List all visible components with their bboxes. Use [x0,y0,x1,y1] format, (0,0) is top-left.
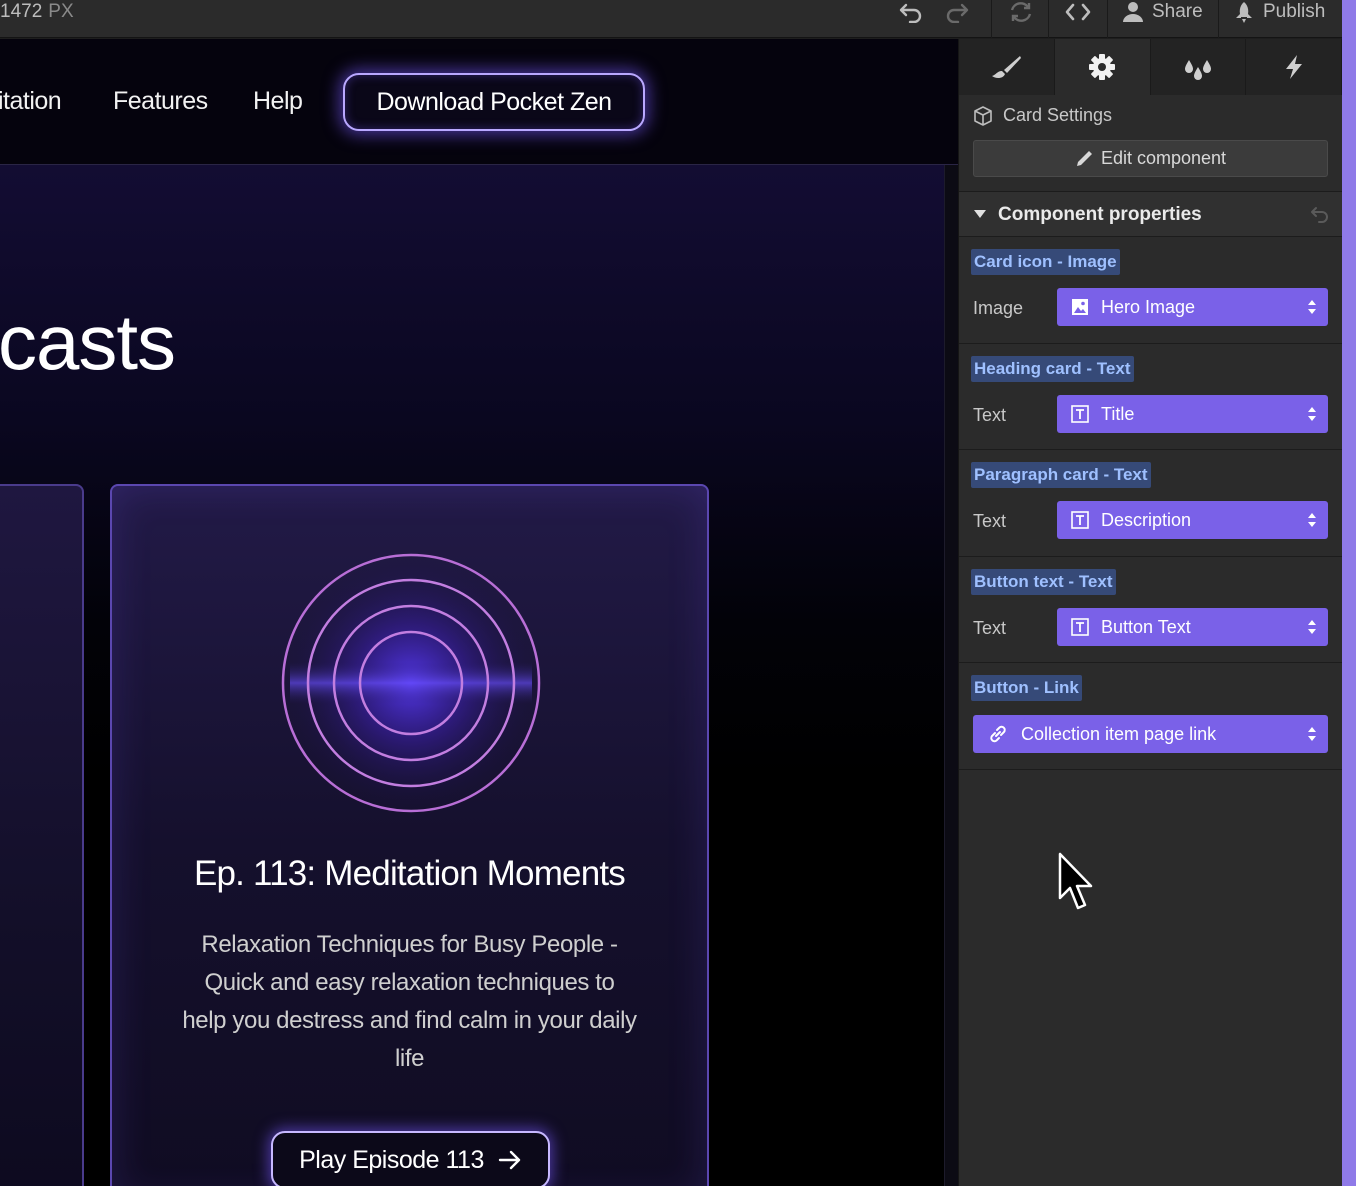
episode-card[interactable]: Ep. 113: Meditation Moments Relaxation T… [110,484,709,1186]
prop-label: Text [973,511,1007,531]
tab-lightning[interactable] [1246,39,1342,95]
prop-tag[interactable]: Card icon - Image [971,249,1120,275]
prop-tag[interactable]: Heading card - Text [971,356,1134,382]
edit-component-label: Edit component [1100,148,1227,168]
text-select[interactable]: Button Text [1057,608,1328,646]
card-settings-header: Card Settings [973,105,1112,126]
nav-link-help[interactable]: Help [253,87,303,116]
prop-label: Image [973,298,1024,318]
settings-panel: Card Settings Edit component Component p… [958,39,1342,1186]
prop-button-text: Button text - Text Text Button Text [959,557,1342,663]
pencil-icon [1076,150,1092,166]
canvas-width-readout: 1472 PX [0,0,74,38]
text-field-icon [1071,618,1089,636]
toolbar-divider [1107,0,1108,38]
panel-tabs [959,39,1342,95]
image-icon [1071,298,1089,316]
link-select[interactable]: Collection item page link [973,715,1328,753]
select-value: Button Text [1101,616,1191,637]
prop-tag[interactable]: Paragraph card - Text [971,462,1151,488]
drops-icon [1184,60,1211,80]
text-field-icon [1071,405,1089,423]
card-title[interactable]: Ep. 113: Meditation Moments [112,854,707,894]
publish-button[interactable]: Publish [1233,0,1325,24]
tab-settings[interactable] [1054,39,1151,95]
prop-button-link: Button - Link Collection item page link [959,663,1342,770]
share-label: Share [1152,1,1203,22]
nav-link-features[interactable]: Features [113,87,208,116]
undo-icon[interactable] [898,0,924,24]
select-value: Hero Image [1101,296,1196,317]
share-button[interactable]: Share [1122,0,1203,24]
select-value: Title [1101,403,1135,424]
component-cube-icon [974,105,992,126]
site-navbar: itation Features Help Download Pocket Ze… [0,39,958,165]
prop-card-icon: Card icon - Image Image Hero Image [959,237,1342,344]
tab-interactions[interactable] [1150,39,1247,95]
text-select[interactable]: Title [1057,395,1328,433]
prop-label: Text [973,405,1007,425]
card-description[interactable]: Relaxation Techniques for Busy People - … [182,926,637,1078]
select-value: Collection item page link [1021,723,1217,744]
publish-label: Publish [1263,1,1326,22]
canvas-width-unit: PX [48,1,74,22]
image-select[interactable]: Hero Image [1057,288,1328,326]
select-value: Description [1101,509,1192,530]
nav-link-meditation[interactable]: itation [0,87,62,116]
play-episode-button[interactable]: Play Episode 113 [271,1131,550,1186]
prop-paragraph-card: Paragraph card - Text Text Description [959,450,1342,557]
mouse-pointer-icon [1058,852,1093,910]
gear-icon [1089,54,1116,80]
sync-icon[interactable] [1007,0,1035,24]
lightning-icon [1285,55,1302,79]
link-icon [987,724,1009,744]
canvas-width-value: 1472 [0,1,43,22]
reset-icon[interactable] [1310,205,1330,223]
select-arrows-icon [1308,300,1316,314]
prop-heading-card: Heading card - Text Text Title [959,344,1342,450]
design-canvas[interactable]: itation Features Help Download Pocket Ze… [0,39,958,1186]
brush-icon [992,56,1022,79]
redo-icon[interactable] [944,0,970,24]
text-select[interactable]: Description [1057,501,1328,539]
card-rings-icon [281,553,541,813]
hero-heading[interactable]: casts [0,297,176,387]
caret-down-icon [974,210,986,218]
window-edge-strip [1342,0,1356,1186]
card-settings-label: Card Settings [1003,105,1113,125]
prop-label: Text [973,618,1007,638]
select-arrows-icon [1308,727,1316,741]
top-toolbar: 1472 PX Share Publish [0,0,1342,38]
toolbar-divider [991,0,992,38]
code-icon[interactable] [1063,0,1093,24]
download-cta-button[interactable]: Download Pocket Zen [343,73,645,131]
select-arrows-icon [1308,513,1316,527]
prop-tag[interactable]: Button text - Text [971,569,1116,595]
select-arrows-icon [1308,407,1316,421]
episode-card-partial[interactable] [0,484,84,1186]
select-arrows-icon [1308,620,1316,634]
arrow-right-icon [498,1150,521,1170]
rocket-icon [1236,2,1252,23]
toolbar-divider [1048,0,1049,38]
text-field-icon [1071,511,1089,529]
play-episode-label: Play Episode 113 [299,1145,484,1174]
tab-style[interactable] [959,39,1055,95]
edit-component-button[interactable]: Edit component [973,140,1328,177]
user-icon [1123,2,1143,22]
prop-tag[interactable]: Button - Link [971,675,1082,701]
component-properties-header[interactable]: Component properties [959,191,1342,237]
canvas-scrollbar[interactable] [944,165,958,1186]
section-title: Component properties [998,204,1202,225]
toolbar-divider [1218,0,1219,38]
